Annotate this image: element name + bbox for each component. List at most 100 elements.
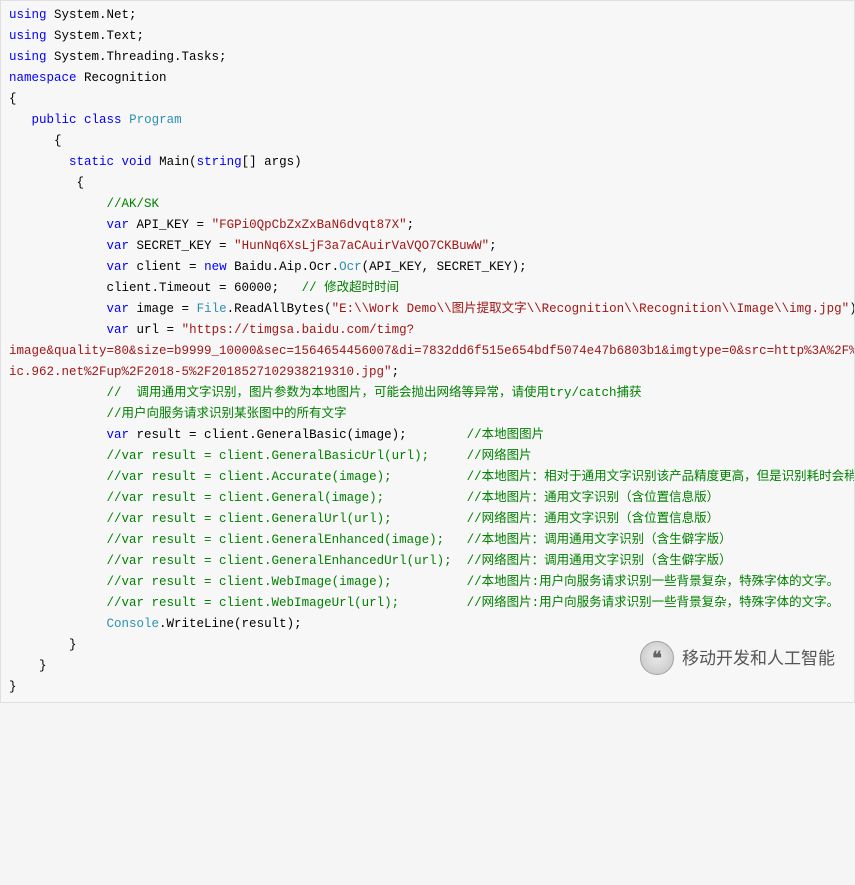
code-token: Program	[129, 113, 182, 127]
code-line: }	[9, 677, 846, 698]
code-line: var image = File.ReadAllBytes("E:\\Work …	[9, 299, 846, 320]
code-token: "HunNq6XsLjF3a7aCAuirVaVQO7CKBuwW"	[234, 239, 489, 253]
code-token: Ocr	[339, 260, 362, 274]
code-token	[9, 428, 107, 442]
code-token: using	[9, 8, 47, 22]
code-token: }	[9, 659, 47, 673]
code-line: //var result = client.General(image); //…	[9, 488, 846, 509]
code-token: var	[107, 302, 130, 316]
code-token	[9, 491, 107, 505]
code-token: ;	[272, 281, 302, 295]
code-token: //var result = client.GeneralEnhanced(im…	[107, 533, 732, 547]
code-token: // 调用通用文字识别，图片参数为本地图片，可能会抛出网络等异常，请使用try/…	[107, 386, 642, 400]
code-line: using System.Threading.Tasks;	[9, 47, 846, 68]
code-token: //var result = client.WebImageUrl(url); …	[107, 596, 840, 610]
code-token: System.Net;	[47, 8, 137, 22]
code-line: static void Main(string[] args)	[9, 152, 846, 173]
code-token: "E:\\Work Demo\\图片提取文字\\Recognition\\Rec…	[332, 302, 850, 316]
code-token: using	[9, 50, 47, 64]
code-token: (API_KEY, SECRET_KEY);	[362, 260, 527, 274]
code-line: {	[9, 173, 846, 194]
code-token: //var result = client.Accurate(image); /…	[107, 470, 855, 484]
code-token	[9, 239, 107, 253]
code-line: //用户向服务请求识别某张图中的所有文字	[9, 404, 846, 425]
code-token	[9, 617, 107, 631]
code-token: SECRET_KEY =	[129, 239, 234, 253]
code-token	[9, 449, 107, 463]
code-token: }	[9, 638, 77, 652]
code-line: //var result = client.GeneralBasicUrl(ur…	[9, 446, 846, 467]
code-token: public	[32, 113, 77, 127]
code-token	[9, 596, 107, 610]
code-token: //用户向服务请求识别某张图中的所有文字	[107, 407, 347, 421]
code-token	[9, 113, 32, 127]
code-token: var	[107, 323, 130, 337]
code-token: {	[9, 176, 84, 190]
code-token: image&quality=80&size=b9999_10000&sec=15…	[9, 344, 855, 358]
code-token: url =	[129, 323, 182, 337]
code-token: namespace	[9, 71, 77, 85]
code-line: public class Program	[9, 110, 846, 131]
code-token: .ReadAllBytes(	[227, 302, 332, 316]
code-token: Baidu.Aip.Ocr.	[227, 260, 340, 274]
code-token: {	[9, 92, 17, 106]
code-line: using System.Net;	[9, 5, 846, 26]
code-token	[9, 302, 107, 316]
code-token: var	[107, 260, 130, 274]
code-token: using	[9, 29, 47, 43]
code-token: API_KEY =	[129, 218, 212, 232]
code-token: var	[107, 239, 130, 253]
code-token	[9, 386, 107, 400]
code-token: //var result = client.GeneralBasicUrl(ur…	[107, 449, 532, 463]
code-token	[9, 554, 107, 568]
code-line: // 调用通用文字识别，图片参数为本地图片，可能会抛出网络等异常，请使用try/…	[9, 383, 846, 404]
code-token	[122, 113, 130, 127]
code-line: var url = "https://timgsa.baidu.com/timg…	[9, 320, 846, 341]
code-token: File	[197, 302, 227, 316]
code-line: client.Timeout = 60000; // 修改超时时间	[9, 278, 846, 299]
code-token	[9, 155, 69, 169]
code-line: var SECRET_KEY = "HunNq6XsLjF3a7aCAuirVa…	[9, 236, 846, 257]
code-token	[9, 512, 107, 526]
code-token: {	[9, 134, 62, 148]
code-line: //var result = client.GeneralEnhancedUrl…	[9, 551, 846, 572]
code-line: }	[9, 635, 846, 656]
code-token: static	[69, 155, 114, 169]
code-token: //var result = client.General(image); //…	[107, 491, 720, 505]
code-token: ;	[392, 365, 400, 379]
code-token: );	[849, 302, 855, 316]
code-token: ;	[407, 218, 415, 232]
code-line: //var result = client.GeneralUrl(url); /…	[9, 509, 846, 530]
code-token: Main(	[152, 155, 197, 169]
code-token: "FGPi0QpCbZxZxBaN6dvqt87X"	[212, 218, 407, 232]
code-token: new	[204, 260, 227, 274]
code-line: namespace Recognition	[9, 68, 846, 89]
code-block: using System.Net;using System.Text;using…	[0, 0, 855, 703]
code-token: ;	[489, 239, 497, 253]
code-token: //本地图图片	[467, 428, 545, 442]
code-line: //var result = client.Accurate(image); /…	[9, 467, 846, 488]
code-token: Console	[107, 617, 160, 631]
code-token: System.Text;	[47, 29, 145, 43]
code-line: using System.Text;	[9, 26, 846, 47]
code-token: // 修改超时时间	[302, 281, 400, 295]
code-token	[114, 155, 122, 169]
code-token	[9, 470, 107, 484]
code-token: 60000	[234, 281, 272, 295]
code-token	[9, 575, 107, 589]
code-token: //AK/SK	[107, 197, 160, 211]
code-token: //var result = client.GeneralEnhancedUrl…	[107, 554, 732, 568]
code-line: var API_KEY = "FGPi0QpCbZxZxBaN6dvqt87X"…	[9, 215, 846, 236]
code-token: string	[197, 155, 242, 169]
code-token: }	[9, 680, 17, 694]
code-line: var result = client.GeneralBasic(image);…	[9, 425, 846, 446]
code-line: {	[9, 89, 846, 110]
code-line: {	[9, 131, 846, 152]
code-token: "https://timgsa.baidu.com/timg?	[182, 323, 415, 337]
code-token	[9, 323, 107, 337]
code-token: result = client.GeneralBasic(image);	[129, 428, 467, 442]
code-token	[9, 407, 107, 421]
code-token: var	[107, 428, 130, 442]
code-line: //var result = client.WebImage(image); /…	[9, 572, 846, 593]
code-token	[9, 533, 107, 547]
